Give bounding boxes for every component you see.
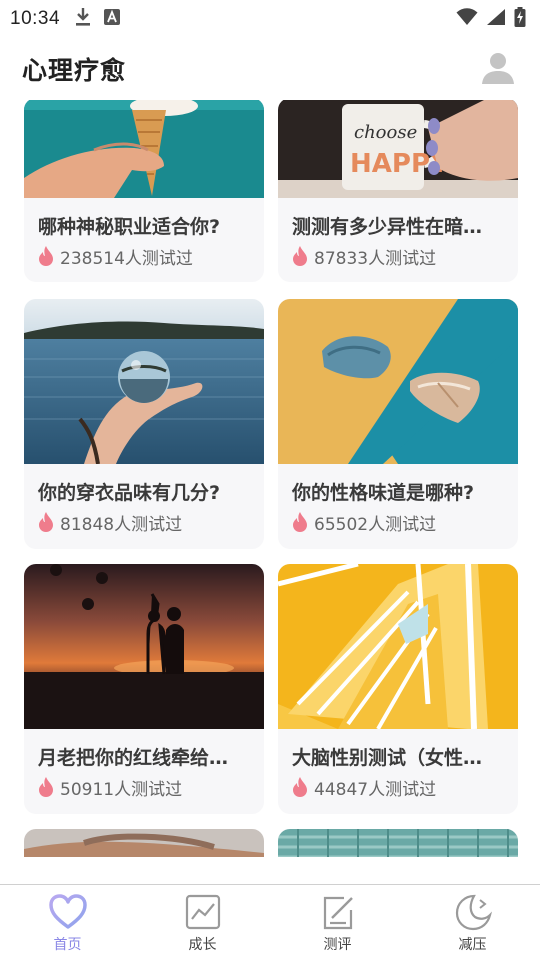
- test-card[interactable]: 月老把你的红线牵给… 50911人测试过: [24, 564, 264, 814]
- tab-relax[interactable]: 减压: [405, 885, 540, 960]
- tab-label: 首页: [53, 937, 82, 953]
- wifi-icon: [456, 8, 478, 30]
- card-image-crystal-ball: [24, 299, 264, 464]
- growth-chart-icon: [184, 893, 222, 931]
- card-image-staircase: [278, 564, 518, 729]
- card-meta: 81848人测试过: [24, 508, 264, 536]
- user-avatar-icon: [481, 50, 515, 88]
- card-meta: 87833人测试过: [278, 242, 518, 270]
- card-image-partial: [24, 829, 264, 857]
- tab-label: 减压: [458, 937, 487, 953]
- battery-charging-icon: [514, 7, 526, 31]
- test-count: 50911人测试过: [60, 779, 183, 800]
- flame-icon: [293, 512, 307, 532]
- card-title: 测测有多少异性在暗…: [292, 216, 483, 238]
- test-count: 81848人测试过: [60, 514, 183, 535]
- card-title: 月老把你的红线牵给…: [38, 747, 229, 769]
- flame-icon: [39, 777, 53, 797]
- a-notification-icon: [104, 9, 121, 29]
- card-title: 你的穿衣品味有几分?: [38, 482, 221, 504]
- card-meta: 238514人测试过: [24, 242, 264, 270]
- card-title: 哪种神秘职业适合你?: [38, 216, 221, 238]
- test-card[interactable]: 哪种神秘职业适合你? 238514人测试过: [24, 100, 264, 282]
- card-meta: 50911人测试过: [24, 773, 264, 801]
- test-count: 44847人测试过: [314, 779, 437, 800]
- test-card-partial[interactable]: [24, 829, 264, 857]
- card-image-partial: [278, 829, 518, 857]
- edit-test-icon: [319, 893, 357, 931]
- test-card-partial[interactable]: [278, 829, 518, 857]
- svg-text:choose: choose: [354, 122, 417, 143]
- status-bar: 10:34: [0, 0, 540, 38]
- signal-icon: [486, 8, 506, 30]
- test-count: 65502人测试过: [314, 514, 437, 535]
- tab-assessment[interactable]: 测评: [270, 885, 405, 960]
- card-image-sunset-couple: [24, 564, 264, 729]
- flame-icon: [293, 246, 307, 266]
- app-header: 心理疗愈: [0, 38, 540, 100]
- test-card-grid[interactable]: 哪种神秘职业适合你? 238514人测试过 choose HAPPY 测测有多少…: [0, 100, 540, 857]
- tab-label: 成长: [188, 937, 217, 953]
- test-card[interactable]: 你的性格味道是哪种? 65502人测试过: [278, 299, 518, 549]
- card-meta: 44847人测试过: [278, 773, 518, 801]
- card-image-ice-cream: [24, 100, 264, 198]
- test-card[interactable]: 你的穿衣品味有几分? 81848人测试过: [24, 299, 264, 549]
- test-card[interactable]: choose HAPPY 测测有多少异性在暗… 87833人测试过: [278, 100, 518, 282]
- profile-button[interactable]: [478, 49, 518, 89]
- status-time: 10:34: [10, 8, 61, 29]
- test-card[interactable]: 大脑性别测试（女性… 44847人测试过: [278, 564, 518, 814]
- test-count: 238514人测试过: [60, 248, 193, 269]
- card-image-stones: [278, 299, 518, 464]
- card-title: 你的性格味道是哪种?: [292, 482, 475, 504]
- flame-icon: [293, 777, 307, 797]
- card-title: 大脑性别测试（女性…: [292, 747, 483, 769]
- test-count: 87833人测试过: [314, 248, 437, 269]
- flame-icon: [39, 512, 53, 532]
- flame-icon: [39, 246, 53, 266]
- download-icon: [74, 7, 92, 31]
- tab-growth[interactable]: 成长: [135, 885, 270, 960]
- card-meta: 65502人测试过: [278, 508, 518, 536]
- page-title: 心理疗愈: [22, 56, 127, 85]
- card-image-mug: choose HAPPY: [278, 100, 518, 198]
- tab-home[interactable]: 首页: [0, 885, 135, 960]
- moon-icon: [454, 893, 492, 931]
- tab-label: 测评: [323, 937, 352, 953]
- bottom-tab-bar: 首页 成长 测评 减压: [0, 884, 540, 960]
- heart-icon: [48, 893, 87, 931]
